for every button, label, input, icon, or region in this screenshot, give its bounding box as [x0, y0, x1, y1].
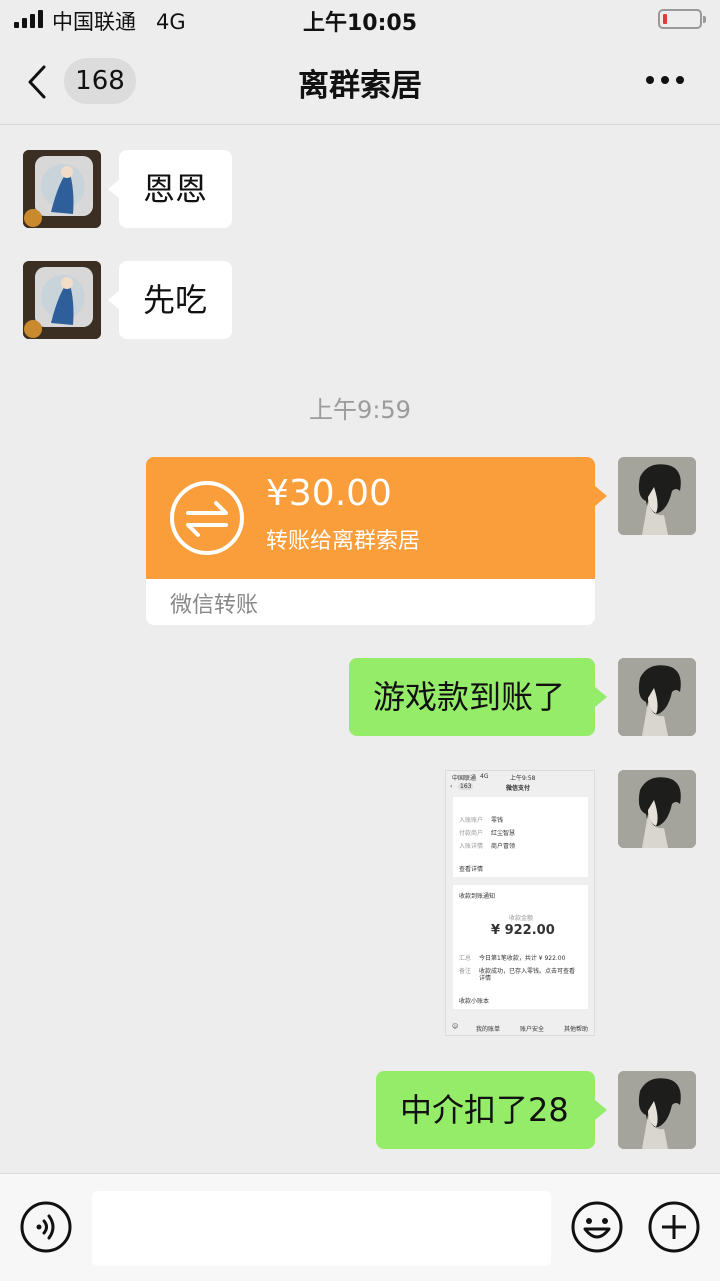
thumb-row-label: 入账详情	[459, 843, 484, 850]
thumb-row-label: 付款商户	[459, 830, 484, 837]
transfer-recipient: 转账给离群索居	[266, 529, 421, 554]
thumb-ledger: 收款小账本	[459, 998, 490, 1005]
more-options-icon[interactable]	[646, 76, 686, 86]
contact-avatar[interactable]	[23, 150, 101, 228]
avatar-image	[23, 150, 101, 228]
plus-icon[interactable]	[648, 1201, 700, 1253]
thumb-time: 上午9:58	[510, 775, 536, 782]
avatar-image	[23, 261, 101, 339]
my-avatar[interactable]	[618, 658, 696, 736]
thumb-row-value: 红尘智慧	[491, 830, 516, 837]
avatar-image	[618, 457, 696, 535]
thumb-back-icon: ‹	[450, 783, 453, 790]
transfer-icon	[170, 481, 244, 555]
message-timestamp: 上午9:59	[309, 396, 411, 424]
message-bubble[interactable]: 中介扣了28	[376, 1071, 595, 1149]
thumb-tab: 其他帮助	[564, 1026, 589, 1033]
thumb-badge: 163	[458, 783, 474, 790]
thumb-title: 微信支付	[506, 785, 531, 792]
thumb-note-text: 收款成功，已存入零钱。点击可查看	[479, 968, 576, 975]
voice-input-icon[interactable]	[20, 1201, 72, 1253]
chat-title: 离群索居	[298, 68, 422, 104]
thumb-notice-title: 收款到账通知	[459, 893, 496, 900]
avatar-image	[618, 1071, 696, 1149]
transfer-footer: 微信转账	[170, 593, 259, 618]
thumb-info-panel: 入账账户 零钱 付款商户 红尘智慧 入账详情 商户冒领 查看详情	[453, 797, 588, 877]
contact-avatar[interactable]	[23, 261, 101, 339]
thumb-tab: 账户安全	[520, 1026, 545, 1033]
message-bubble[interactable]: 先吃	[119, 261, 232, 339]
transfer-card-header: ¥30.00 转账给离群索居	[146, 457, 595, 579]
avatar-image	[618, 658, 696, 736]
thumb-note-label: 备注	[459, 968, 472, 975]
status-bar: 中国联通 4G 上午10:05	[0, 0, 720, 40]
emoji-icon[interactable]	[571, 1201, 623, 1253]
thumb-row-value: 商户冒领	[491, 843, 516, 850]
thumb-tab: 我的账单	[476, 1026, 501, 1033]
thumb-note-text: 详情	[479, 975, 492, 982]
input-toolbar	[0, 1173, 720, 1281]
my-avatar[interactable]	[618, 457, 696, 535]
chat-header: 168 离群索居	[0, 40, 720, 125]
thumb-network: 4G	[480, 773, 489, 780]
message-bubble[interactable]: 恩恩	[119, 150, 232, 228]
thumb-row-value: 零钱	[491, 817, 504, 824]
thumb-notice-panel: 收款到账通知 收款金额 ¥ 922.00 汇总 今日第1笔收款，共计 ¥ 922…	[453, 885, 588, 1009]
bubble-tail	[595, 486, 607, 506]
my-avatar[interactable]	[618, 1071, 696, 1149]
message-input[interactable]	[92, 1191, 551, 1266]
bubble-tail	[595, 687, 607, 707]
thumb-amount: ¥ 922.00	[491, 923, 555, 938]
thumb-row-label: 入账账户	[459, 817, 484, 824]
bubble-tail	[595, 1100, 607, 1120]
thumb-summary-text: 今日第1笔收款，共计 ¥ 922.00	[479, 955, 566, 962]
status-time: 上午10:05	[302, 11, 418, 36]
transfer-amount: ¥30.00	[266, 473, 392, 514]
thumb-robot-icon: ☺	[452, 1023, 459, 1030]
shared-screenshot-image[interactable]: 中国联通 4G 上午9:58 ‹ 163 微信支付 入账账户 零钱 付款商户 红…	[445, 770, 595, 1036]
message-bubble[interactable]: 游戏款到账了	[349, 658, 595, 736]
my-avatar[interactable]	[618, 770, 696, 848]
battery-icon	[658, 9, 706, 29]
transfer-card[interactable]: ¥30.00 转账给离群索居 微信转账	[146, 457, 595, 625]
thumb-amount-label: 收款金额	[509, 915, 534, 922]
thumb-carrier: 中国联通	[452, 775, 477, 782]
avatar-image	[618, 770, 696, 848]
thumb-summary-label: 汇总	[459, 955, 472, 962]
thumb-view-details: 查看详情	[459, 866, 484, 873]
